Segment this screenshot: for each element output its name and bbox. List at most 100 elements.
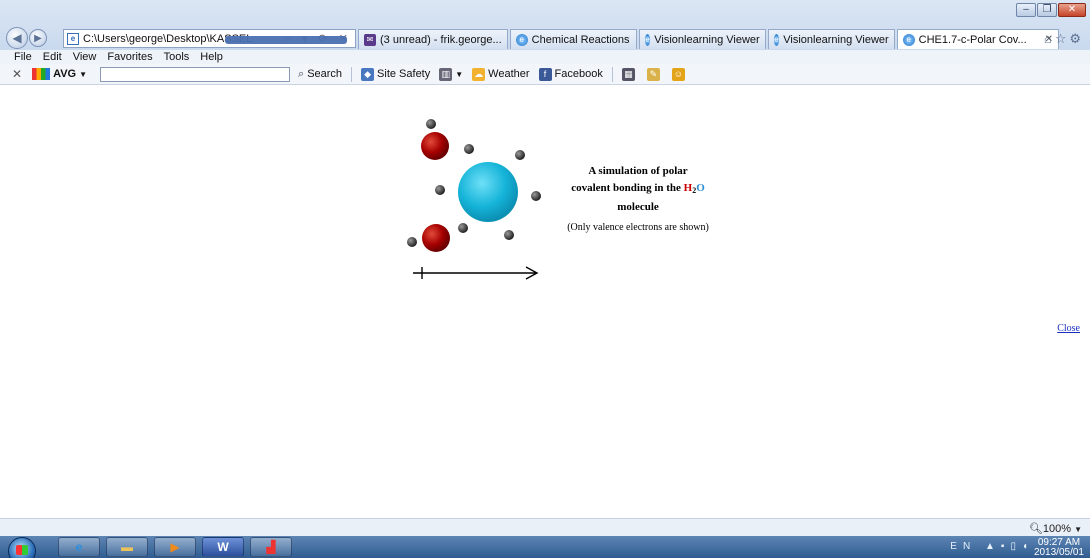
page-icon: e	[67, 32, 79, 45]
tab-strip: ✉ (3 unread) - frik.george... e Chemical…	[358, 29, 1061, 49]
chevron-down-icon: ▼	[455, 69, 464, 79]
ie-icon: e	[515, 33, 528, 46]
chevron-down-icon: ▼	[1074, 525, 1082, 534]
menu-tools[interactable]: Tools	[164, 51, 190, 63]
taskbar-media-player[interactable]: ▶	[154, 537, 196, 557]
minimize-button[interactable]: –	[1016, 3, 1036, 17]
close-window-button[interactable]: ✕	[1058, 3, 1086, 17]
ie-icon: e	[902, 33, 915, 46]
calculator-icon: ▦	[621, 67, 635, 81]
taskbar-app[interactable]: ▟	[250, 537, 292, 557]
status-bar: 🔍︎100% ▼	[0, 518, 1090, 536]
taskbar-ie[interactable]: e	[58, 537, 100, 557]
browser-title-bar: – ❐ ✕ ◀ ▶ e C:\Users\george\Desktop\KASS…	[0, 0, 1090, 50]
battery-icon[interactable]: ▯	[1010, 541, 1022, 552]
toolbar-close-icon[interactable]: ✕	[12, 67, 22, 81]
mail-icon: ✉	[364, 33, 376, 46]
calculator-button[interactable]: ▦	[621, 67, 638, 81]
oxygen-symbol: O	[696, 182, 705, 194]
electron	[531, 191, 541, 201]
app-icon: ▟	[266, 540, 276, 554]
ie-icon: e	[773, 33, 780, 46]
zoom-control[interactable]: 🔍︎100% ▼	[1029, 522, 1082, 535]
toolbar-divider	[351, 66, 353, 82]
search-icon: ⌕	[298, 67, 305, 80]
avg-logo-icon	[32, 68, 51, 80]
tab-label: Visionlearning Viewer	[654, 33, 760, 46]
weather-button[interactable]: ☁ Weather	[472, 67, 530, 81]
forward-button[interactable]: ▶	[29, 29, 47, 47]
window-controls: – ❐ ✕	[1016, 3, 1086, 17]
taskbar-word[interactable]: W	[202, 537, 244, 557]
system-clock[interactable]: 09:27 AM 2013/05/01	[1034, 538, 1084, 558]
menu-file[interactable]: File	[14, 51, 32, 63]
volume-icon[interactable]: ◖	[1022, 541, 1034, 552]
redaction-bar	[225, 36, 347, 44]
browser-right-icons: ⌂☆⚙	[1044, 31, 1084, 47]
tab-label: Chemical Reactions	[531, 33, 630, 46]
avg-toolbar: ✕ AVG ▼ ⌕ Search ◆ Site Safety ▥ ▼ ☁ Wea…	[0, 64, 1090, 85]
page-content: A simulation of polar covalent bonding i…	[8, 86, 1090, 518]
media-player-icon: ▶	[170, 540, 180, 554]
navigation-buttons: ◀ ▶	[6, 27, 48, 49]
weather-icon: ☁	[472, 67, 486, 81]
toolbar-divider	[611, 66, 613, 82]
network-icon[interactable]: ▪	[1001, 541, 1011, 552]
language-indicator[interactable]: EN	[950, 541, 976, 552]
caption-line-1: A simulation of polar	[588, 165, 688, 177]
electron	[515, 150, 525, 160]
menu-help[interactable]: Help	[200, 51, 223, 63]
taskbar-explorer[interactable]: ▬	[106, 537, 148, 557]
tab-polar-covalent[interactable]: e CHE1.7-c-Polar Cov... ✕	[896, 29, 1060, 49]
windows-taskbar: e ▬ ▶ W ▟ EN ▲▪▯◖ 09:27 AM 2013/05/01	[0, 536, 1090, 558]
zoom-level: 100%	[1042, 523, 1072, 535]
menu-bar: File Edit View Favorites Tools Help	[0, 50, 1090, 64]
tab-chemical-reactions[interactable]: e Chemical Reactions	[509, 29, 637, 49]
folder-icon: ▬	[121, 540, 133, 554]
tab-label: Visionlearning Viewer	[783, 33, 889, 46]
electron	[464, 144, 474, 154]
menu-edit[interactable]: Edit	[43, 51, 62, 63]
site-safety-button[interactable]: ◆ Site Safety	[361, 67, 430, 81]
favorites-star-icon[interactable]: ☆	[1055, 31, 1070, 46]
simulation-caption: A simulation of polar covalent bonding i…	[553, 163, 723, 216]
trash-dropdown-button[interactable]: ▥ ▼	[439, 67, 464, 81]
close-link[interactable]: Close	[1057, 323, 1080, 334]
maximize-button[interactable]: ❐	[1037, 3, 1057, 17]
tab-visionlearning-1[interactable]: e Visionlearning Viewer	[638, 29, 766, 49]
gear-icon[interactable]: ⚙	[1069, 31, 1084, 46]
tab-label: CHE1.7-c-Polar Cov...	[918, 33, 1027, 46]
toolbar-search-input[interactable]	[100, 66, 291, 82]
facebook-icon: f	[538, 67, 552, 81]
hydrogen-atom	[421, 132, 449, 160]
electron	[435, 185, 445, 195]
tab-mail[interactable]: ✉ (3 unread) - frik.george...	[358, 29, 508, 49]
electron	[504, 230, 514, 240]
valence-note: (Only valence electrons are shown)	[567, 222, 709, 233]
tab-visionlearning-2[interactable]: e Visionlearning Viewer	[767, 29, 895, 49]
menu-view[interactable]: View	[73, 51, 97, 63]
clock-date: 2013/05/01	[1033, 547, 1084, 558]
electron	[458, 223, 468, 233]
facebook-button[interactable]: f Facebook	[538, 67, 603, 81]
home-icon[interactable]: ⌂	[1044, 31, 1055, 46]
start-button[interactable]	[8, 537, 36, 558]
tray-arrow-icon[interactable]: ▲	[985, 541, 1001, 552]
ie-icon: e	[75, 540, 83, 554]
zoom-icon: 🔍︎	[1028, 523, 1043, 535]
avg-button[interactable]: AVG ▼	[32, 68, 87, 80]
menu-favorites[interactable]: Favorites	[107, 51, 152, 63]
windows-logo-icon	[16, 545, 28, 555]
notepad-icon: ✎	[646, 67, 660, 81]
extra-tool-button[interactable]: ☺	[671, 67, 688, 81]
shield-icon: ◆	[361, 67, 375, 81]
search-button[interactable]: ⌕ Search	[298, 68, 342, 81]
chevron-down-icon: ▼	[79, 69, 88, 79]
trash-icon: ▥	[439, 67, 453, 81]
notepad-button[interactable]: ✎	[646, 67, 663, 81]
caption-line-3: molecule	[617, 201, 659, 213]
oxygen-atom	[458, 162, 518, 222]
word-icon: W	[217, 540, 229, 554]
hydrogen-atom	[422, 224, 450, 252]
back-button[interactable]: ◀	[6, 27, 28, 49]
